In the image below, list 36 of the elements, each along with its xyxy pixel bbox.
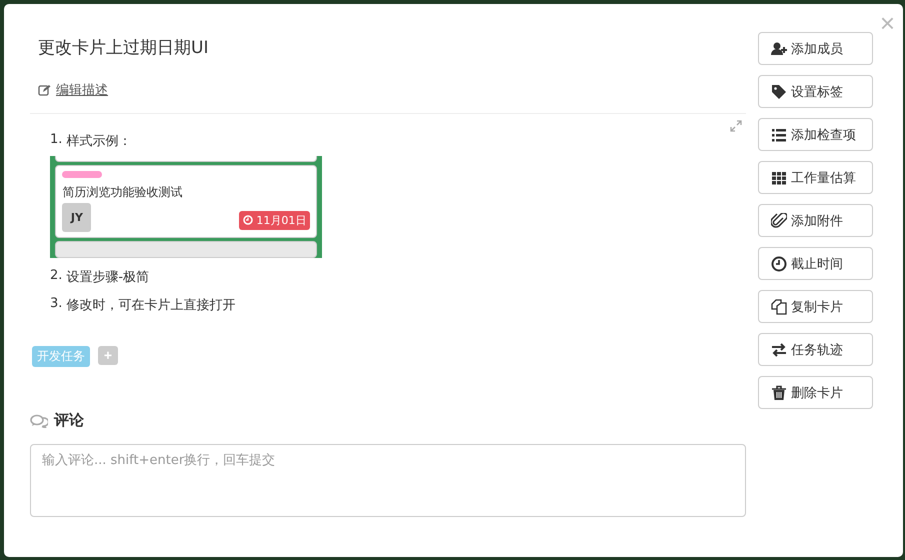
label-strip: [62, 170, 102, 178]
expand-icon[interactable]: [730, 120, 742, 132]
estimate-icon: [771, 170, 787, 186]
edit-description-link[interactable]: 编辑描述: [56, 81, 108, 99]
list-number: 1.: [50, 132, 62, 149]
deadline-icon: [771, 256, 787, 272]
copy-icon: [771, 298, 787, 314]
list-number: 3.: [50, 296, 62, 313]
action-button[interactable]: 工作量估算: [758, 161, 873, 194]
action-button[interactable]: 删除卡片: [758, 376, 873, 409]
description-text: 修改时，可在卡片上直接打开: [66, 297, 236, 314]
description-text: 样式示例：: [66, 133, 132, 150]
action-button[interactable]: 任务轨迹: [758, 333, 873, 366]
action-button[interactable]: 添加附件: [758, 204, 873, 237]
track-icon: [771, 342, 787, 358]
action-button[interactable]: 截止时间: [758, 247, 873, 280]
action-button[interactable]: 添加检查项: [758, 118, 873, 151]
action-button[interactable]: 设置标签: [758, 75, 873, 108]
attachment-icon: [771, 212, 787, 228]
due-date-badge: 11月01日: [239, 210, 310, 230]
action-button[interactable]: 复制卡片: [758, 290, 873, 323]
comment-field[interactable]: 输入评论... shift+enter换行，回车提交: [30, 444, 746, 517]
edit-icon: [38, 84, 51, 96]
clock-icon: [243, 215, 254, 226]
comments-heading: 评论: [54, 411, 84, 430]
delete-icon: [771, 384, 787, 400]
example-card-title: 简历浏览功能验收测试: [62, 184, 184, 201]
member-icon: [771, 40, 787, 56]
list-number: 2.: [50, 268, 62, 285]
avatar: JY: [62, 202, 92, 232]
card-title: 更改卡片上过期日期UI: [38, 37, 210, 59]
checklist-icon: [771, 126, 787, 142]
tag-icon: [771, 84, 787, 100]
description-text: 设置步骤-极简: [66, 269, 150, 286]
action-button[interactable]: 添加成员: [758, 32, 873, 65]
comments-icon: [30, 414, 48, 428]
